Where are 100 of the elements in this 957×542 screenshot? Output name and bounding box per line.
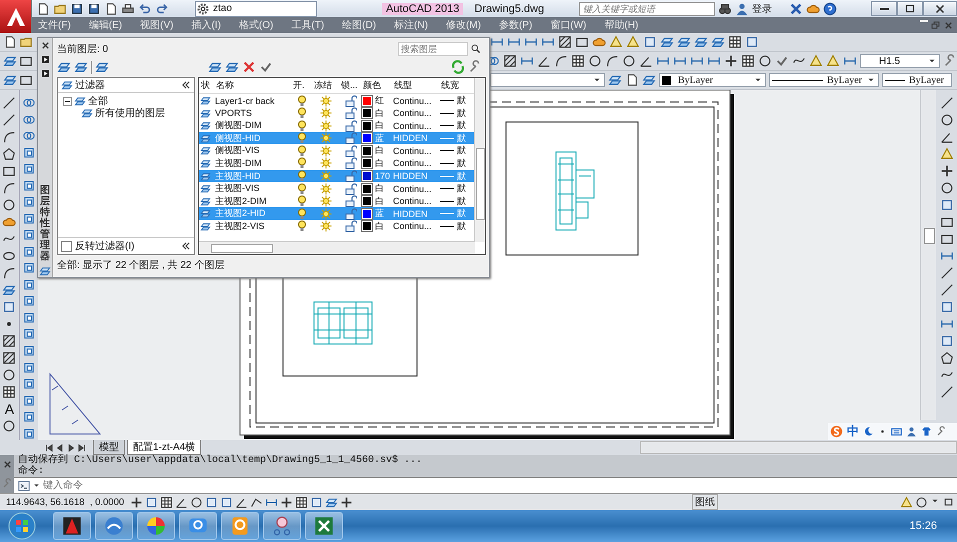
layer-name: 主视图2-HID bbox=[214, 207, 267, 220]
column-header[interactable]: 开. bbox=[291, 79, 312, 92]
layer-name: 主视图-VIS bbox=[214, 182, 261, 196]
menu-item[interactable]: 窗口(W) bbox=[550, 18, 586, 32]
menu-item[interactable]: 格式(O) bbox=[238, 18, 274, 32]
lineweight-dropdown[interactable]: ByLayer bbox=[882, 73, 952, 87]
column-header[interactable]: 名称 bbox=[214, 79, 291, 92]
lineweight-value: 默 bbox=[457, 106, 466, 120]
lineweight-value: 默 bbox=[457, 170, 466, 183]
color-name: 白 bbox=[375, 119, 384, 132]
layer-name: VPORTS bbox=[214, 108, 253, 118]
menu-item[interactable]: 视图(V) bbox=[140, 18, 174, 32]
invert-filter-label: 反转过滤器(I) bbox=[75, 240, 134, 253]
input-language[interactable]: 中 bbox=[847, 423, 859, 440]
layer-name: 主视图-DIM bbox=[214, 156, 262, 170]
column-header[interactable]: 冻结 bbox=[312, 79, 339, 92]
column-header[interactable]: 颜色 bbox=[361, 79, 392, 92]
layer-count-status: 全部: 显示了 22 个图层 , 共 22 个图层 bbox=[57, 258, 226, 273]
lineweight-value: 默 bbox=[457, 220, 466, 233]
lineweight-value: 默 bbox=[457, 194, 466, 208]
menu-item[interactable]: 编辑(E) bbox=[88, 18, 122, 32]
menu-item[interactable]: 帮助(H) bbox=[604, 18, 638, 32]
clock: 15:26 bbox=[909, 520, 937, 532]
color-dropdown[interactable]: ByLayer bbox=[659, 73, 766, 87]
linetype-value: ByLayer bbox=[827, 74, 862, 86]
filter-item[interactable]: 全部 bbox=[88, 94, 108, 108]
menu-item[interactable]: 文件(F) bbox=[38, 18, 71, 32]
linetype-dropdown[interactable]: ByLayer bbox=[769, 73, 879, 87]
color-name: 蓝 bbox=[375, 207, 384, 220]
lineweight-value: 默 bbox=[457, 94, 466, 107]
layer-name: 主视图-HID bbox=[214, 170, 262, 183]
layer-name: 侧视图-DIM bbox=[214, 119, 262, 132]
color-name: 白 bbox=[375, 156, 384, 170]
menu-item[interactable]: 绘图(D) bbox=[342, 18, 376, 32]
layer-row[interactable]: 主视图-DIM 白 Continu... 默 bbox=[199, 156, 476, 170]
linetype-name: Continu... bbox=[392, 196, 433, 206]
layer-name: 侧视图-HID bbox=[214, 132, 262, 145]
linetype-name: Continu... bbox=[392, 108, 433, 118]
layer-row[interactable]: 侧视图-VIS 白 Continu... 默 bbox=[199, 144, 476, 157]
layer-row[interactable]: 主视图-VIS 白 Continu... 默 bbox=[199, 182, 476, 195]
lineweight-value: 默 bbox=[457, 207, 466, 220]
color-name: 白 bbox=[375, 144, 384, 158]
text-style-dropdown[interactable]: H1.5 bbox=[860, 54, 940, 68]
menu-item[interactable]: 修改(M) bbox=[446, 18, 481, 32]
layout-tab[interactable]: 配置1-zt-A4横 bbox=[127, 440, 202, 455]
layer-row[interactable]: VPORTS 白 Continu... 默 bbox=[199, 106, 476, 120]
linetype-name: HIDDEN bbox=[392, 208, 429, 219]
layout-tab[interactable]: 模型 bbox=[93, 440, 125, 455]
menu-item[interactable]: 插入(I) bbox=[191, 18, 221, 32]
linetype-name: Continu... bbox=[392, 158, 433, 168]
current-layer: 当前图层: 0 bbox=[57, 42, 108, 56]
linetype-name: HIDDEN bbox=[392, 133, 429, 144]
column-header[interactable]: 锁... bbox=[339, 79, 361, 92]
linetype-name: HIDDEN bbox=[392, 171, 429, 182]
lineweight-value: 默 bbox=[457, 119, 466, 132]
color-name: 白 bbox=[375, 194, 384, 208]
color-name: 红 bbox=[375, 94, 384, 107]
layer-row[interactable]: 侧视图-DIM 白 Continu... 默 bbox=[199, 119, 476, 132]
lineweight-value: 默 bbox=[457, 144, 466, 158]
search-field[interactable]: 键入关键字或短语 bbox=[579, 2, 716, 16]
text-style-value: H1.5 bbox=[879, 56, 900, 66]
lineweight-value: ByLayer bbox=[909, 74, 944, 86]
layer-row[interactable]: Layer1-cr back 红 Continu... 默 bbox=[199, 94, 476, 107]
menu-item[interactable]: 参数(P) bbox=[498, 18, 532, 32]
space-toggle[interactable]: 图纸 bbox=[692, 494, 718, 510]
menu-item[interactable]: 工具(T) bbox=[291, 18, 324, 32]
lineweight-value: 默 bbox=[457, 132, 466, 145]
command-history-line: 自动保存到 C:\Users\user\appdata\local\temp\Drawing5_1_1_4560.sv$ ... bbox=[18, 455, 424, 466]
layer-row[interactable]: 主视图2-VIS 白 Continu... 默 bbox=[199, 220, 476, 233]
linetype-name: Continu... bbox=[392, 120, 433, 131]
command-history-line: 命令: bbox=[18, 466, 46, 477]
lineweight-value: 默 bbox=[457, 156, 466, 170]
menu-item[interactable]: 标注(N) bbox=[394, 18, 428, 32]
layer-name: 侧视图-VIS bbox=[214, 144, 261, 158]
command-input[interactable]: 键入命令 bbox=[43, 480, 163, 492]
column-header[interactable]: 线宽 bbox=[439, 79, 476, 92]
document-title: Drawing5.dwg bbox=[474, 2, 544, 14]
column-header[interactable]: 线型 bbox=[392, 79, 439, 92]
layer-row[interactable]: 主视图2-DIM 白 Continu... 默 bbox=[199, 194, 476, 208]
lineweight-value: 默 bbox=[457, 182, 466, 196]
text-tool[interactable]: A bbox=[4, 402, 14, 416]
sign-in-link[interactable]: 登录 bbox=[752, 2, 772, 16]
layer-name: Layer1-cr back bbox=[214, 96, 276, 106]
linetype-name: Continu... bbox=[392, 221, 433, 232]
filter-header: 过滤器 bbox=[75, 78, 105, 92]
layer-name: 主视图2-VIS bbox=[214, 220, 266, 233]
color-name: 170 bbox=[375, 171, 390, 182]
color-name: 白 bbox=[375, 106, 384, 120]
color-value: ByLayer bbox=[678, 74, 713, 86]
column-header[interactable]: 状 bbox=[199, 79, 214, 92]
color-name: 白 bbox=[375, 220, 384, 233]
coordinates: 114.9643, 56.1618 , 0.0000 bbox=[6, 496, 124, 508]
layer-name: 主视图2-DIM bbox=[214, 194, 268, 208]
color-name: 蓝 bbox=[375, 132, 384, 145]
linetype-name: Continu... bbox=[392, 146, 433, 156]
layer-search-field[interactable]: 搜索图层 bbox=[398, 42, 468, 56]
filter-item[interactable]: 所有使用的图层 bbox=[95, 106, 165, 120]
linetype-name: Continu... bbox=[392, 96, 433, 106]
linetype-name: Continu... bbox=[392, 184, 433, 194]
workspace-dropdown[interactable]: ztao bbox=[195, 0, 317, 16]
